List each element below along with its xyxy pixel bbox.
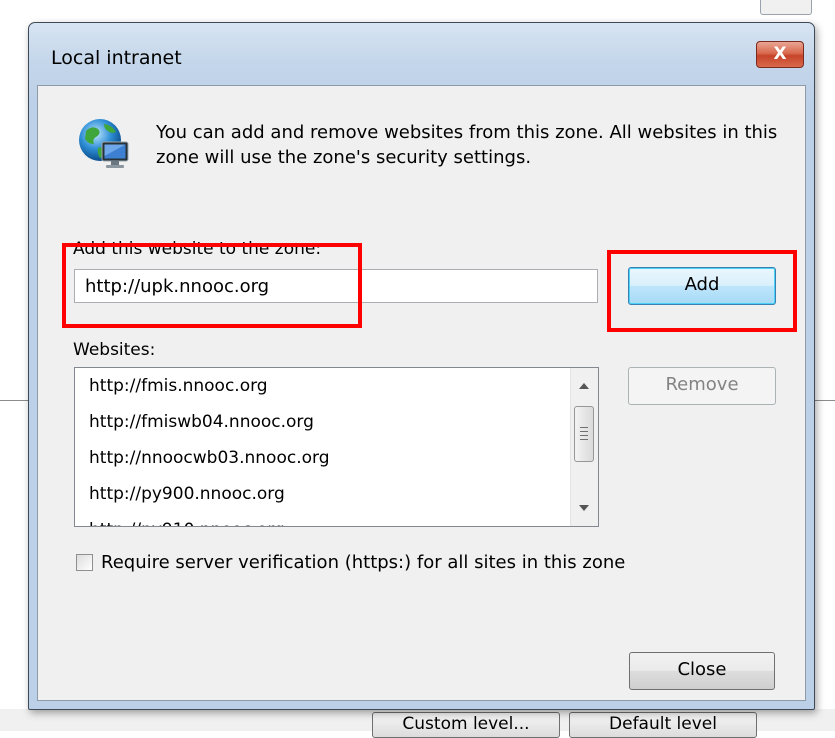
websites-list: http://fmis.nnooc.org http://fmiswb04.nn… — [89, 374, 330, 526]
globe-computer-icon — [79, 119, 129, 168]
dialog-title: Local intranet — [51, 47, 182, 69]
list-item[interactable]: http://py910.nnooc.org — [89, 518, 330, 526]
default-level-button[interactable]: Default level — [569, 712, 757, 738]
intro-text: You can add and remove websites from thi… — [156, 122, 778, 168]
scrollbar-thumb[interactable] — [574, 406, 594, 462]
remove-button[interactable]: Remove — [628, 367, 776, 405]
https-verification-checkbox[interactable] — [76, 553, 93, 571]
scroll-up-arrow-icon[interactable] — [579, 383, 589, 389]
list-item[interactable]: http://fmiswb04.nnooc.org — [89, 410, 330, 446]
close-button[interactable]: Close — [629, 652, 775, 690]
website-url-input[interactable] — [74, 269, 598, 303]
scroll-down-arrow-icon[interactable] — [579, 505, 589, 511]
close-icon[interactable]: X — [756, 41, 804, 68]
list-item[interactable]: http://fmis.nnooc.org — [89, 374, 330, 410]
list-item[interactable]: http://py900.nnooc.org — [89, 482, 330, 518]
https-verification-label[interactable]: Require server verification (https:) for… — [101, 552, 625, 573]
websites-listbox[interactable]: http://fmis.nnooc.org http://fmiswb04.nn… — [74, 367, 599, 527]
dialog-client-area: You can add and remove websites from thi… — [37, 85, 806, 701]
custom-level-button[interactable]: Custom level... — [372, 712, 560, 738]
https-verification-row[interactable]: Require server verification (https:) for… — [76, 550, 625, 574]
add-button[interactable]: Add — [628, 267, 776, 305]
local-intranet-dialog: Local intranet X You can add and remove … — [28, 22, 815, 710]
websites-label: Websites: — [73, 340, 156, 360]
list-item[interactable]: http://nnoocwb03.nnooc.org — [89, 446, 330, 482]
background-window-button — [760, 0, 812, 15]
websites-scrollbar[interactable] — [570, 368, 598, 526]
add-website-label: Add this website to the zone: — [73, 239, 322, 259]
background-panel-right — [813, 400, 835, 732]
